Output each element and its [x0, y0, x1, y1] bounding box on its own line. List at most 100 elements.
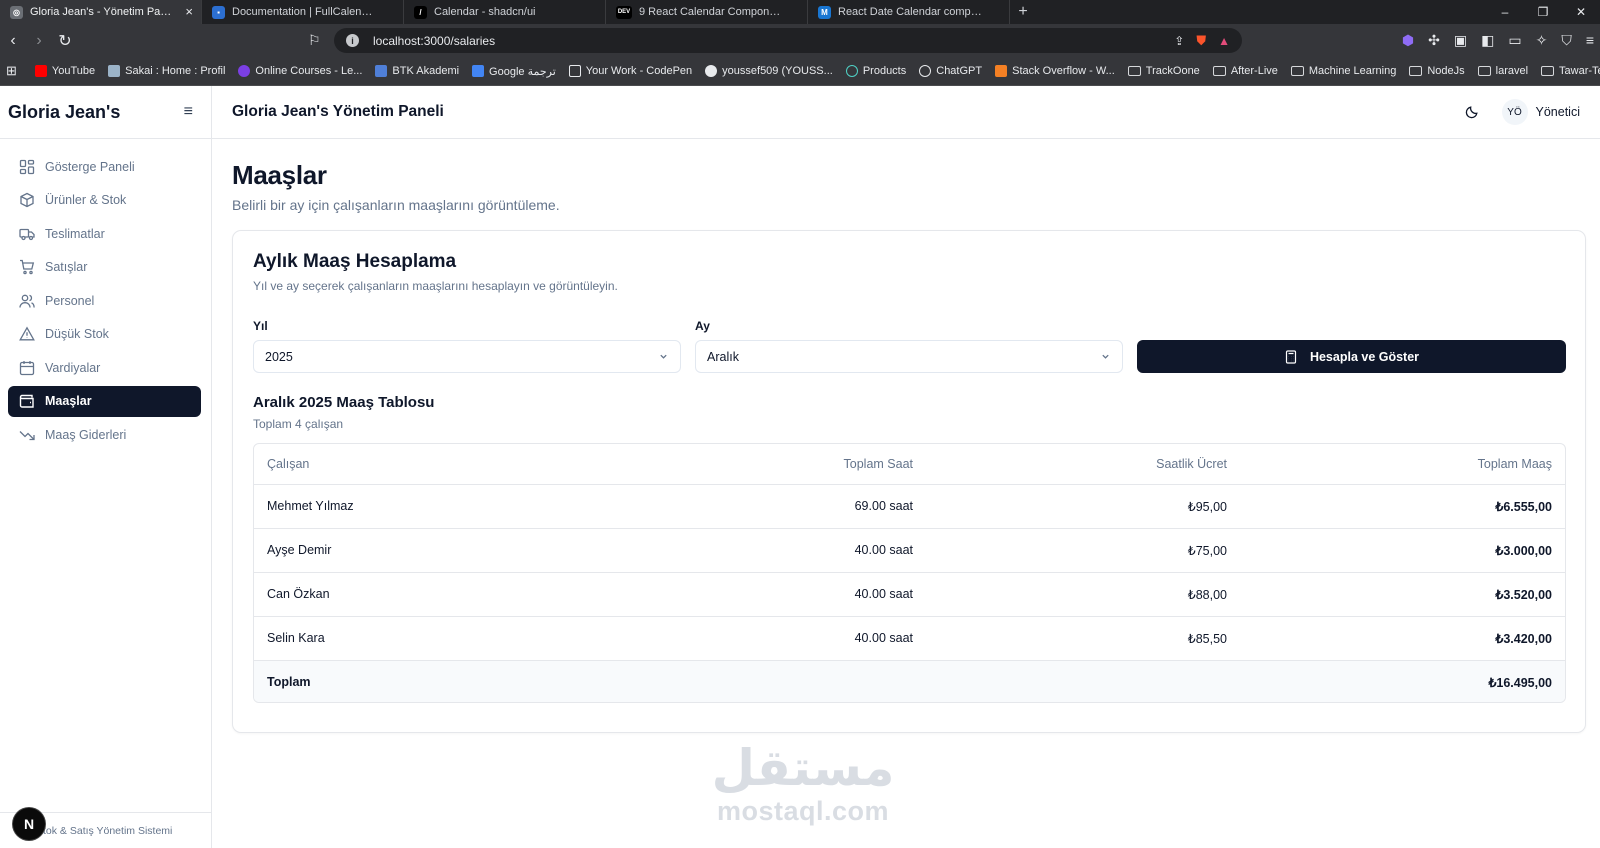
- dashboard-icon: [19, 159, 35, 174]
- total-hours: 40.00 saat: [691, 572, 926, 617]
- bookmark-online-courses[interactable]: Online Courses - Le...: [238, 65, 362, 77]
- bookmark-stackoverflow[interactable]: Stack Overflow - W...: [995, 65, 1115, 77]
- bookmark-folder-trackoone[interactable]: TrackOone: [1127, 65, 1200, 77]
- year-select[interactable]: 2025: [253, 340, 681, 373]
- bookmark-label: Online Courses - Le...: [255, 65, 363, 77]
- extensions-puzzle-icon[interactable]: ✣: [1428, 32, 1440, 49]
- menu-toggle-icon[interactable]: ≡: [184, 103, 193, 121]
- bookmark-label: Sakai : Home : Profil: [125, 65, 226, 77]
- folder-icon: [1127, 66, 1141, 76]
- app-sidebar: Gloria Jean's ≡ Gösterge Paneli Ürünler …: [0, 86, 212, 848]
- bookmark-folder-after-live[interactable]: After-Live: [1212, 65, 1278, 77]
- maximize-icon[interactable]: ❐: [1524, 5, 1562, 19]
- avatar[interactable]: YÖ: [1501, 99, 1528, 125]
- close-window-icon[interactable]: ✕: [1562, 5, 1600, 19]
- salary-table-title: Aralık 2025 Maaş Tablosu: [253, 394, 435, 411]
- bookmarks-bar: ⊞ YouTube Sakai : Home : Profil Online C…: [0, 57, 1600, 86]
- bookmark-folder-nodejs[interactable]: NodeJs: [1409, 65, 1465, 77]
- leo-ai-icon[interactable]: ✧: [1536, 32, 1548, 49]
- sidebar-item-products[interactable]: Ürünler & Stok: [8, 185, 201, 216]
- forward-icon[interactable]: ›: [26, 32, 52, 50]
- theme-toggle-button[interactable]: [1458, 98, 1486, 126]
- bookmark-folder-machine-learning[interactable]: Machine Learning: [1290, 65, 1396, 77]
- bookmark-github[interactable]: youssef509 (YOUSS...: [705, 65, 833, 77]
- table-header-row: Çalışan Toplam Saat Saatlik Ücret Toplam…: [254, 444, 1565, 485]
- truck-icon: [19, 228, 35, 240]
- salary-table: Çalışan Toplam Saat Saatlik Ücret Toplam…: [254, 444, 1565, 702]
- month-label: Ay: [695, 319, 710, 333]
- media-icon[interactable]: ▣: [1454, 32, 1467, 49]
- browser-tab[interactable]: DEV 9 React Calendar Components for Yo: [606, 0, 808, 24]
- apps-grid-icon[interactable]: ⊞: [6, 63, 17, 79]
- wallet-browser-icon[interactable]: ▭: [1508, 32, 1521, 49]
- month-select[interactable]: Aralık: [695, 340, 1123, 373]
- total-salary: ₺3.000,00: [1240, 528, 1565, 573]
- bookmark-products[interactable]: Products: [845, 65, 906, 77]
- brave-rewards-icon[interactable]: ▲: [1218, 34, 1230, 48]
- brave-shield-icon[interactable]: ⛊: [1196, 33, 1206, 49]
- bookmark-codepen[interactable]: Your Work - CodePen: [568, 65, 692, 77]
- sidebar-item-low-stock[interactable]: Düşük Stok: [8, 319, 201, 350]
- sidebar-header: Gloria Jean's ≡: [0, 86, 211, 139]
- browser-tab-bar: ◎ Gloria Jean's - Yönetim Paneli × ▪ Doc…: [0, 0, 1600, 24]
- bookmark-sakai[interactable]: Sakai : Home : Profil: [108, 65, 225, 77]
- bookmark-youtube[interactable]: YouTube: [34, 65, 95, 77]
- new-tab-icon[interactable]: +: [1010, 0, 1036, 24]
- sidebar-item-sales[interactable]: Satışlar: [8, 252, 201, 283]
- month-select-value: Aralık: [707, 349, 739, 364]
- bookmark-label: youssef509 (YOUSS...: [722, 65, 833, 77]
- bookmark-btk[interactable]: BTK Akademi: [375, 65, 459, 77]
- sidebar-item-salaries[interactable]: Maaşlar: [8, 385, 201, 417]
- moon-icon: [1465, 106, 1478, 119]
- browser-tab[interactable]: M React Date Calendar component - Mu: [808, 0, 1010, 24]
- brand-name: Gloria Jean's: [8, 101, 121, 122]
- sidebar-item-salary-expenses[interactable]: Maaş Giderleri: [8, 419, 201, 450]
- sidebar-icon[interactable]: ◧: [1481, 32, 1494, 49]
- sidebar-nav: Gösterge Paneli Ürünler & Stok Teslimatl…: [0, 139, 211, 450]
- nextjs-dev-badge[interactable]: N: [13, 808, 45, 840]
- browser-tab-active[interactable]: ◎ Gloria Jean's - Yönetim Paneli ×: [0, 0, 202, 24]
- sidebar-item-label: Teslimatlar: [45, 226, 105, 241]
- package-icon: [20, 192, 34, 208]
- close-tab-icon[interactable]: ×: [185, 4, 193, 20]
- user-name[interactable]: Yönetici: [1536, 105, 1580, 119]
- reload-icon[interactable]: ↻: [52, 31, 78, 51]
- header-title: Gloria Jean's Yönetim Paneli: [232, 103, 444, 120]
- sidebar-item-deliveries[interactable]: Teslimatlar: [8, 218, 201, 249]
- back-icon[interactable]: ‹: [0, 32, 26, 50]
- bookmark-label: BTK Akademi: [392, 65, 460, 77]
- tab-label: Documentation | FullCalendar: [232, 6, 377, 18]
- browser-tab[interactable]: / Calendar - shadcn/ui: [404, 0, 606, 24]
- bookmark-page-icon[interactable]: ⚐: [308, 32, 321, 49]
- folder-icon: [1212, 66, 1226, 76]
- bookmark-google-translate[interactable]: Google ترجمة: [472, 65, 556, 78]
- bookmark-chatgpt[interactable]: ChatGPT: [919, 65, 982, 77]
- bookmark-label: Stack Overflow - W...: [1012, 65, 1115, 77]
- extension-icon[interactable]: ⬢: [1402, 32, 1414, 49]
- sidebar-item-label: Ürünler & Stok: [45, 193, 127, 207]
- tab-label: 9 React Calendar Components for Yo: [639, 6, 781, 18]
- sidebar-item-staff[interactable]: Personel: [8, 285, 201, 316]
- folder-icon: [1290, 66, 1304, 76]
- year-label: Yıl: [253, 319, 268, 333]
- sidebar-item-shifts[interactable]: Vardiyalar: [8, 352, 201, 383]
- empty-cell: [691, 660, 926, 702]
- employee-name: Can Özkan: [254, 572, 691, 617]
- minimize-icon[interactable]: –: [1486, 5, 1524, 19]
- browser-tab[interactable]: ▪ Documentation | FullCalendar: [202, 0, 404, 24]
- site-info-icon[interactable]: i: [346, 34, 359, 47]
- total-salary: ₺3.420,00: [1240, 616, 1565, 661]
- calculate-button[interactable]: Hesapla ve Göster: [1137, 340, 1566, 373]
- tab-label: React Date Calendar component - Mu: [838, 6, 983, 18]
- sidebar-item-dashboard[interactable]: Gösterge Paneli: [8, 151, 201, 182]
- bookmark-folder-tawar-tec[interactable]: Tawar-Tec: [1541, 65, 1600, 77]
- trending-down-icon: [19, 430, 35, 440]
- folder-icon: [1541, 66, 1555, 76]
- address-bar[interactable]: i localhost:3000/salaries ⇪ ⛊ ▲: [334, 28, 1242, 53]
- vpn-icon[interactable]: ⛉: [1561, 32, 1572, 49]
- shadcn-icon: /: [414, 5, 427, 19]
- browser-menu-icon[interactable]: ≡: [1586, 32, 1594, 49]
- share-icon[interactable]: ⇪: [1174, 34, 1184, 48]
- hourly-rate: ₺88,00: [926, 572, 1240, 617]
- bookmark-folder-laravel[interactable]: laravel: [1477, 65, 1528, 77]
